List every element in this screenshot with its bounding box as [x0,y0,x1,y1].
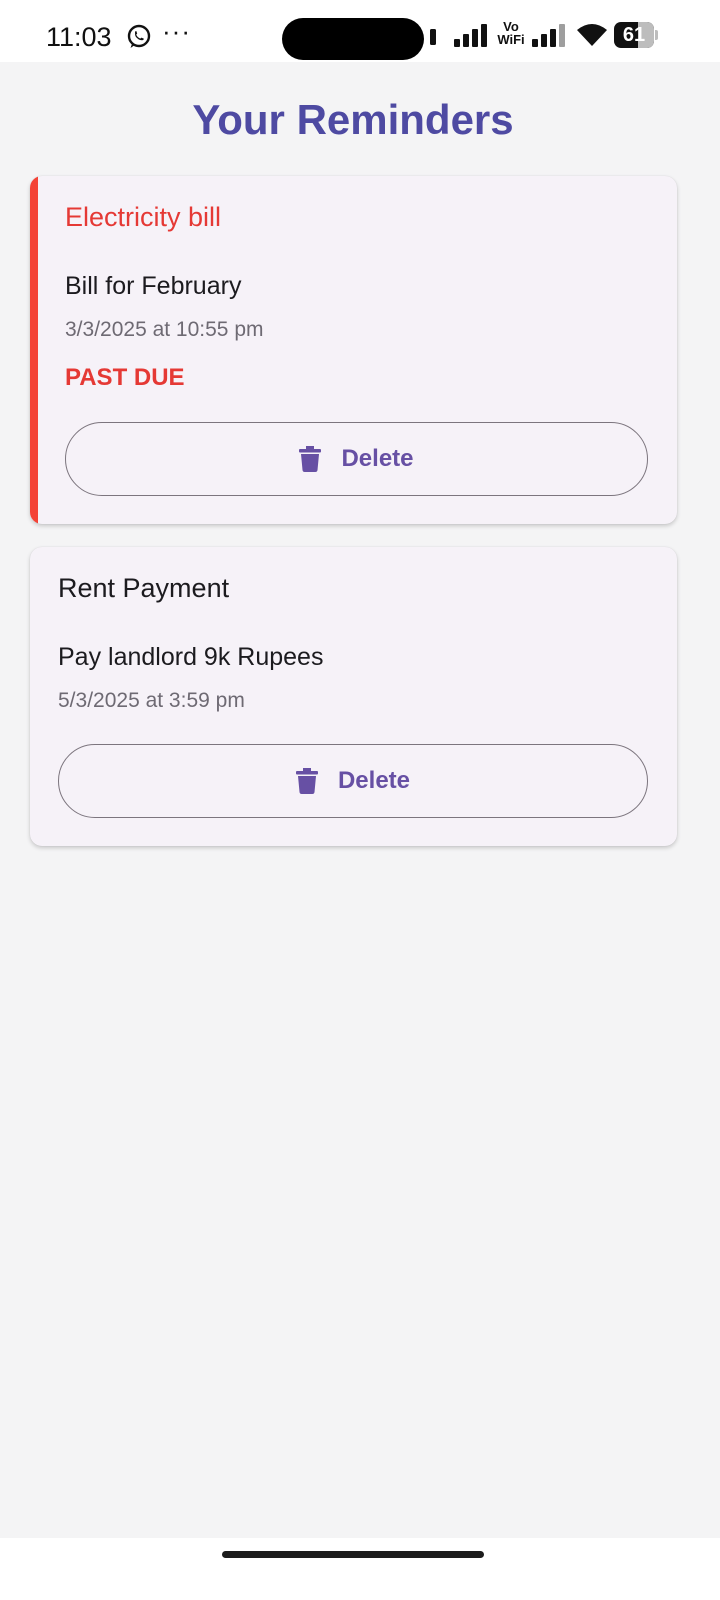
signal-icon [454,24,487,47]
whatsapp-icon [127,24,151,48]
overdue-accent-bar [30,176,38,524]
battery-level: 61 [622,24,646,46]
reminder-description: Bill for February [65,272,242,300]
reminder-card: Rent Payment Pay landlord 9k Rupees 5/3/… [30,547,677,846]
page-title: Your Reminders [192,96,514,143]
battery-icon: 61 [614,22,658,48]
vowifi-bottom-label: WiFi [497,32,525,47]
vowifi-icon: Vo WiFi [494,20,528,46]
reminder-card: Electricity bill Bill for February 3/3/2… [30,176,677,524]
wifi-icon [577,24,607,46]
vibrate-icon [430,29,436,45]
more-notifications-icon: ··· [162,16,191,46]
reminder-datetime: 5/3/2025 at 3:59 pm [58,689,245,712]
home-indicator[interactable] [222,1551,484,1558]
delete-button-label: Delete [337,767,411,794]
past-due-badge: PAST DUE [65,364,185,391]
trash-icon [299,446,322,472]
delete-button[interactable]: Delete [58,744,648,818]
delete-button[interactable]: Delete [65,422,648,496]
status-time: 11:03 [46,22,112,52]
camera-cutout [282,18,424,60]
battery-body: 61 [614,22,654,48]
trash-icon [295,768,318,794]
reminder-title: Rent Payment [58,573,230,603]
delete-button-label: Delete [341,445,414,472]
battery-tip [655,30,658,40]
signal-icon [532,24,565,47]
reminder-datetime: 3/3/2025 at 10:55 pm [65,318,264,341]
navigation-bar [0,1538,720,1600]
status-bar: 11:03 ··· Vo WiFi 61 [0,0,720,62]
reminder-title: Electricity bill [65,202,222,232]
reminder-description: Pay landlord 9k Rupees [58,643,324,671]
